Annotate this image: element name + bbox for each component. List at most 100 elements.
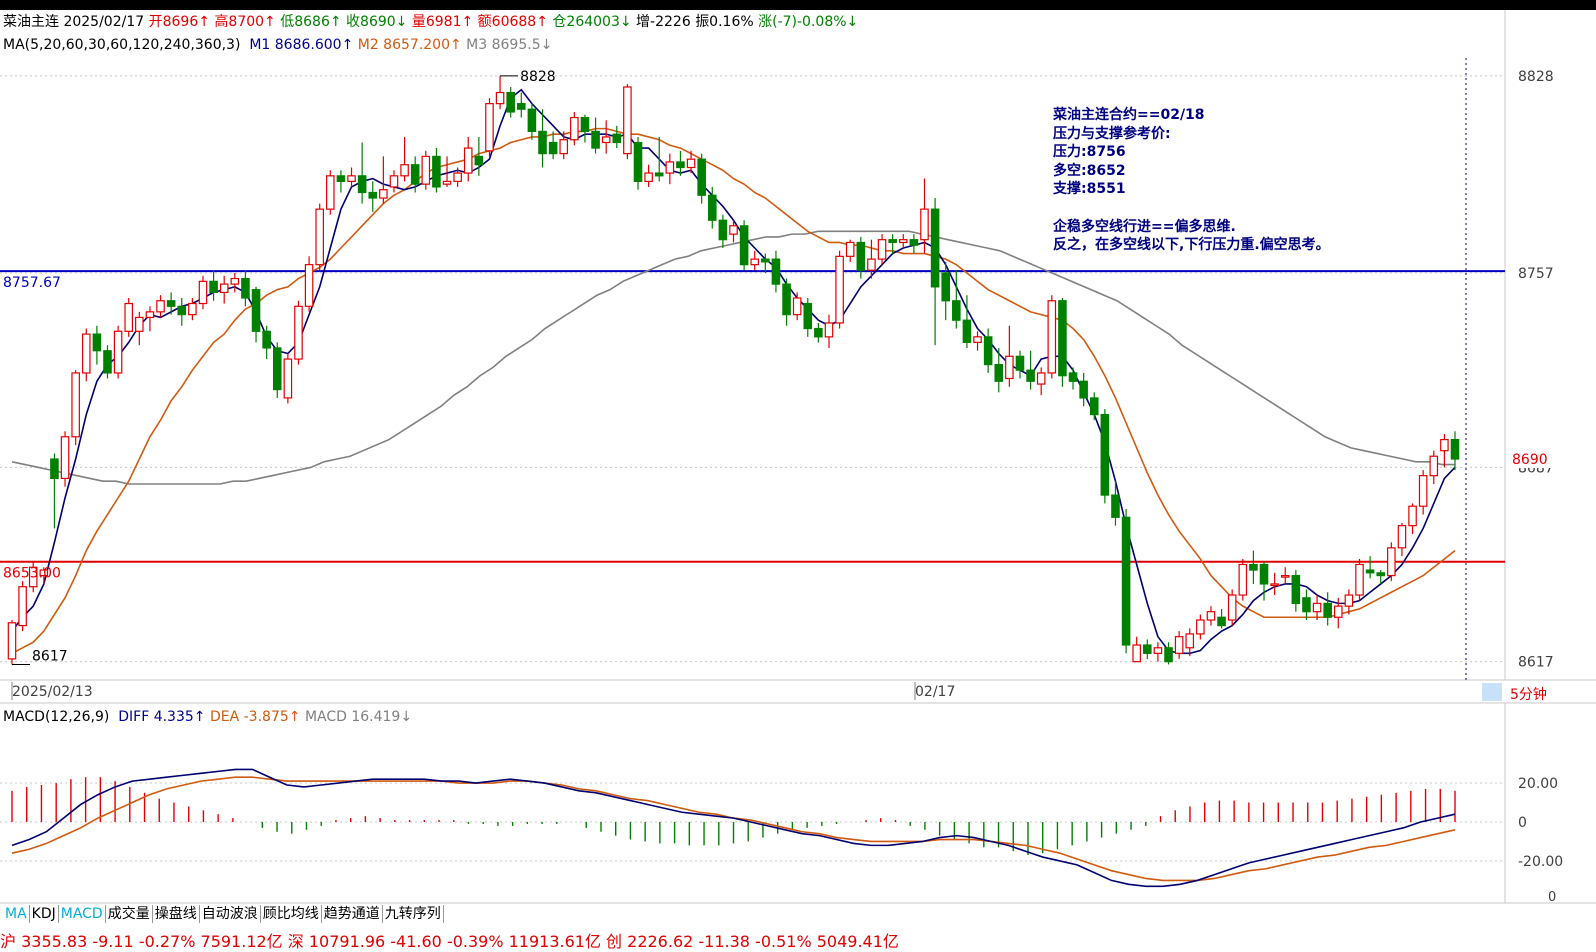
candle-body: [166, 300, 176, 307]
candle-body: [920, 208, 929, 241]
oi-change-value: 增-2226: [636, 14, 691, 30]
candle-body: [1312, 602, 1322, 613]
candle-body: [983, 336, 993, 366]
candle-body: [18, 586, 27, 627]
quote-info-row: 菜油主连 2025/02/17 开8696↑ 高8700↑ 低8686↑ 收86…: [3, 13, 858, 31]
candle-body: [177, 305, 187, 316]
candle-body: [336, 175, 346, 182]
open-value: 开8696↑: [148, 14, 210, 30]
candle-body: [1344, 594, 1354, 607]
candle-body: [442, 180, 452, 185]
volume-value: 量6981↑: [411, 14, 474, 30]
indicator-tab[interactable]: 成交量: [106, 905, 153, 923]
last-price-tag: 8690: [1512, 452, 1548, 468]
candle-body: [1249, 563, 1258, 571]
candle-body: [1005, 355, 1014, 380]
candle-body: [389, 175, 399, 188]
candle-body: [729, 225, 738, 235]
candle-body: [580, 116, 590, 133]
candle-body: [633, 141, 643, 182]
candle-body: [315, 208, 324, 266]
candle-body: [1015, 355, 1025, 371]
period-label[interactable]: 5分钟: [1510, 684, 1547, 704]
open-interest-value: 仓264003↓: [552, 14, 632, 30]
candle-body: [1408, 505, 1417, 527]
candle-body: [1365, 569, 1375, 574]
candle-body: [135, 316, 144, 332]
scroll-marker[interactable]: [1482, 683, 1502, 701]
candle-body: [1026, 369, 1035, 382]
candle-body: [357, 175, 367, 194]
candle-body: [962, 319, 972, 344]
candle-body: [877, 239, 887, 260]
candle-body: [739, 225, 749, 266]
indicator-tab[interactable]: 趋势通道: [322, 905, 383, 923]
candle-body: [761, 258, 770, 263]
candle-body: [559, 139, 569, 155]
macd-tick-label: 0: [1518, 815, 1527, 831]
macd-info-row: MACD(12,26,9) DIFF 4.335↑ DEA -3.875↑ MA…: [3, 708, 412, 726]
candle-body: [71, 372, 80, 438]
candle-body: [272, 347, 282, 391]
analysis-note: 菜油主连合约==02/18 压力与支撑参考价: 压力:8756 多空:8652 …: [1053, 107, 1330, 254]
candle-body: [1143, 644, 1152, 654]
candle-body: [1238, 563, 1248, 596]
indicator-tab[interactable]: 九转序列: [383, 905, 444, 923]
change-value: 涨(-7)-0.08%↓: [758, 14, 859, 30]
candle-body: [156, 300, 165, 313]
price-tick-label: 8617: [1518, 655, 1554, 671]
candle-body: [1270, 583, 1279, 587]
candle-body: [782, 283, 791, 316]
candle-body: [400, 164, 409, 177]
indicator-tab[interactable]: MA: [3, 905, 30, 923]
macd-params: MACD(12,26,9): [3, 709, 110, 725]
candle-body: [1259, 563, 1269, 585]
indicator-tab[interactable]: KDJ: [30, 905, 59, 923]
ma-m3: M3 8695.5↓: [466, 37, 553, 53]
indicator-tab[interactable]: 顾比均线: [261, 905, 322, 923]
candle-body: [835, 255, 844, 324]
candle-body: [1334, 605, 1343, 618]
candle-body: [898, 239, 908, 244]
candle-body: [1450, 438, 1460, 460]
candle-body: [1185, 633, 1195, 649]
candle-body: [1302, 597, 1311, 613]
candle-body: [856, 241, 866, 271]
date-label-session: 02/17: [915, 684, 955, 700]
candle-body: [1280, 575, 1290, 578]
candle-body: [548, 141, 558, 155]
candle-body: [198, 280, 208, 305]
ma-info-row: MA(5,20,60,30,60,120,240,360,3) M1 8686.…: [3, 36, 552, 54]
candle-body: [665, 161, 675, 174]
high-marker-label: 8828: [520, 69, 556, 85]
candle-body: [1397, 525, 1407, 549]
candle-body: [707, 194, 717, 221]
candle-body: [1036, 372, 1046, 385]
indicator-tab[interactable]: 操盘线: [153, 905, 200, 923]
macd-tick-label: 0: [1548, 890, 1556, 905]
candle-body: [941, 272, 950, 302]
candle-body: [495, 91, 505, 105]
amplitude-value: 振0.16%: [695, 14, 754, 30]
candle-body: [379, 189, 388, 199]
candle-body: [1387, 547, 1396, 577]
candle-body: [1058, 300, 1067, 377]
contract-name: 菜油主连: [3, 14, 59, 30]
market-status-bar: 沪 3355.83 -9.11 -0.27% 7591.12亿 深 10791.…: [0, 932, 899, 951]
candle-body: [601, 136, 611, 144]
candle-body: [421, 155, 431, 185]
indicator-tabs: MA KDJ MACD 成交量 操盘线 自动波浪 顾比均线 趋势通道 九转序列: [3, 905, 444, 923]
candle-body: [1047, 300, 1057, 374]
low-value: 低8686↑: [280, 14, 342, 30]
candle-body: [506, 91, 515, 113]
candle-body: [474, 155, 484, 166]
macd-tick-label: -20.00: [1518, 854, 1563, 870]
indicator-tab[interactable]: 自动波浪: [200, 905, 261, 923]
candle-body: [219, 283, 229, 294]
indicator-tab[interactable]: MACD: [59, 905, 106, 923]
candle-body: [304, 264, 314, 307]
candle-body: [591, 130, 600, 149]
candle-body: [909, 239, 919, 246]
support-label: 8653.00: [3, 566, 61, 582]
candle-body: [697, 158, 706, 196]
